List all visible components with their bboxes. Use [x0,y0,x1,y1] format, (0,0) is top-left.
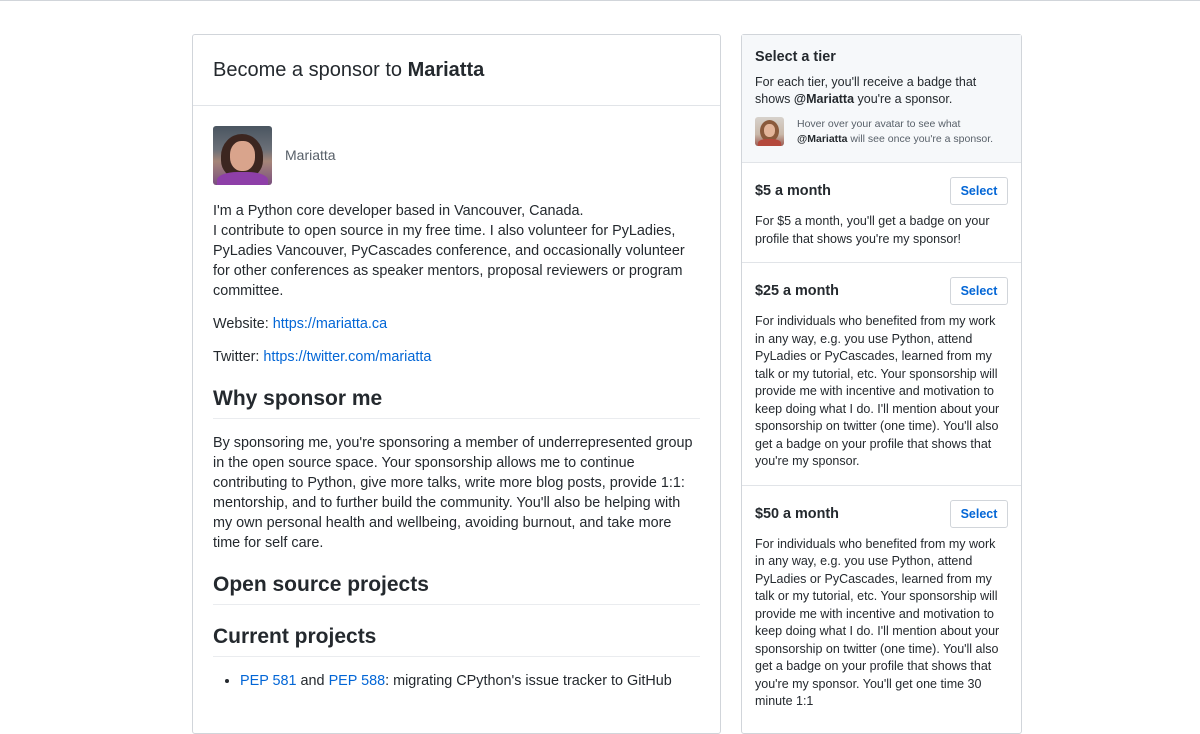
tier-sidebar-header: Select a tier For each tier, you'll rece… [742,35,1021,163]
current-projects-heading: Current projects [213,625,700,657]
tier-50: $50 a month Select For individuals who b… [742,486,1021,725]
maintainer-name[interactable]: Mariatta [285,147,336,163]
list-item: PEP 581 and PEP 588: migrating CPython's… [240,671,700,691]
select-tier-button[interactable]: Select [950,499,1008,528]
website-label: Website: [213,316,269,332]
hover-hint-prefix: Hover over your avatar to see what [797,118,961,130]
sponsor-main-card: Become a sponsor to Mariatta Mariatta I'… [192,34,721,734]
website-link[interactable]: https://mariatta.ca [273,316,387,332]
hover-hint: Hover over your avatar to see what @Mari… [797,117,993,147]
page-title-name: Mariatta [407,58,485,81]
bio-line: I'm a Python core developer based in Van… [213,203,584,219]
tier-25: $25 a month Select For individuals who b… [742,263,1021,486]
sponsor-avatar[interactable] [755,117,784,146]
tier-description: For $5 a month, you'll get a badge on yo… [755,214,990,246]
why-sponsor-text: By sponsoring me, you're sponsoring a me… [213,435,693,551]
select-tier-button[interactable]: Select [950,177,1008,205]
tier-sidebar: Select a tier For each tier, you'll rece… [741,34,1022,734]
tier-desc-suffix: you're a sponsor. [854,92,953,106]
tier-desc-handle: @Mariatta [793,92,855,106]
profile-row: Mariatta [213,125,700,185]
tier-sidebar-title: Select a tier [755,49,836,65]
maintainer-avatar[interactable] [213,125,272,185]
twitter-label: Twitter: [213,349,260,365]
main-card-body: Mariatta I'm a Python core developer bas… [193,106,720,691]
project-list: PEP 581 and PEP 588: migrating CPython's… [213,671,700,691]
bio-line: I contribute to open source in my free t… [213,223,685,299]
twitter-link[interactable]: https://twitter.com/mariatta [263,349,431,365]
tier-5: $5 a month Select For $5 a month, you'll… [742,163,1021,263]
page-title: Become a sponsor to Mariatta [213,59,484,82]
why-sponsor-heading: Why sponsor me [213,387,700,419]
hover-preview-row: Hover over your avatar to see what @Mari… [755,117,1008,147]
pep-581-link[interactable]: PEP 581 [240,673,297,689]
select-tier-button[interactable]: Select [950,277,1008,305]
hover-hint-handle: @Mariatta [797,133,848,145]
list-item-text: : migrating CPython's issue tracker to G… [385,673,672,689]
top-divider [0,0,1200,1]
tier-price: $25 a month [755,283,839,299]
tier-description: For individuals who benefited from my wo… [755,536,1000,709]
website-line: Website: https://mariatta.ca [213,314,700,334]
bio: I'm a Python core developer based in Van… [213,201,700,301]
tier-sidebar-description: For each tier, you'll receive a badge th… [755,74,1008,108]
twitter-line: Twitter: https://twitter.com/mariatta [213,347,700,367]
list-item-text: and [296,673,329,689]
tier-description: For individuals who benefited from my wo… [755,314,1000,468]
pep-588-link[interactable]: PEP 588 [329,673,386,689]
main-card-header: Become a sponsor to Mariatta [193,35,720,106]
open-source-heading: Open source projects [213,573,700,605]
page-title-prefix: Become a sponsor to [213,58,402,81]
tier-price: $5 a month [755,183,831,199]
hover-hint-suffix: will see once you're a sponsor. [847,133,994,145]
tier-price: $50 a month [755,505,839,522]
